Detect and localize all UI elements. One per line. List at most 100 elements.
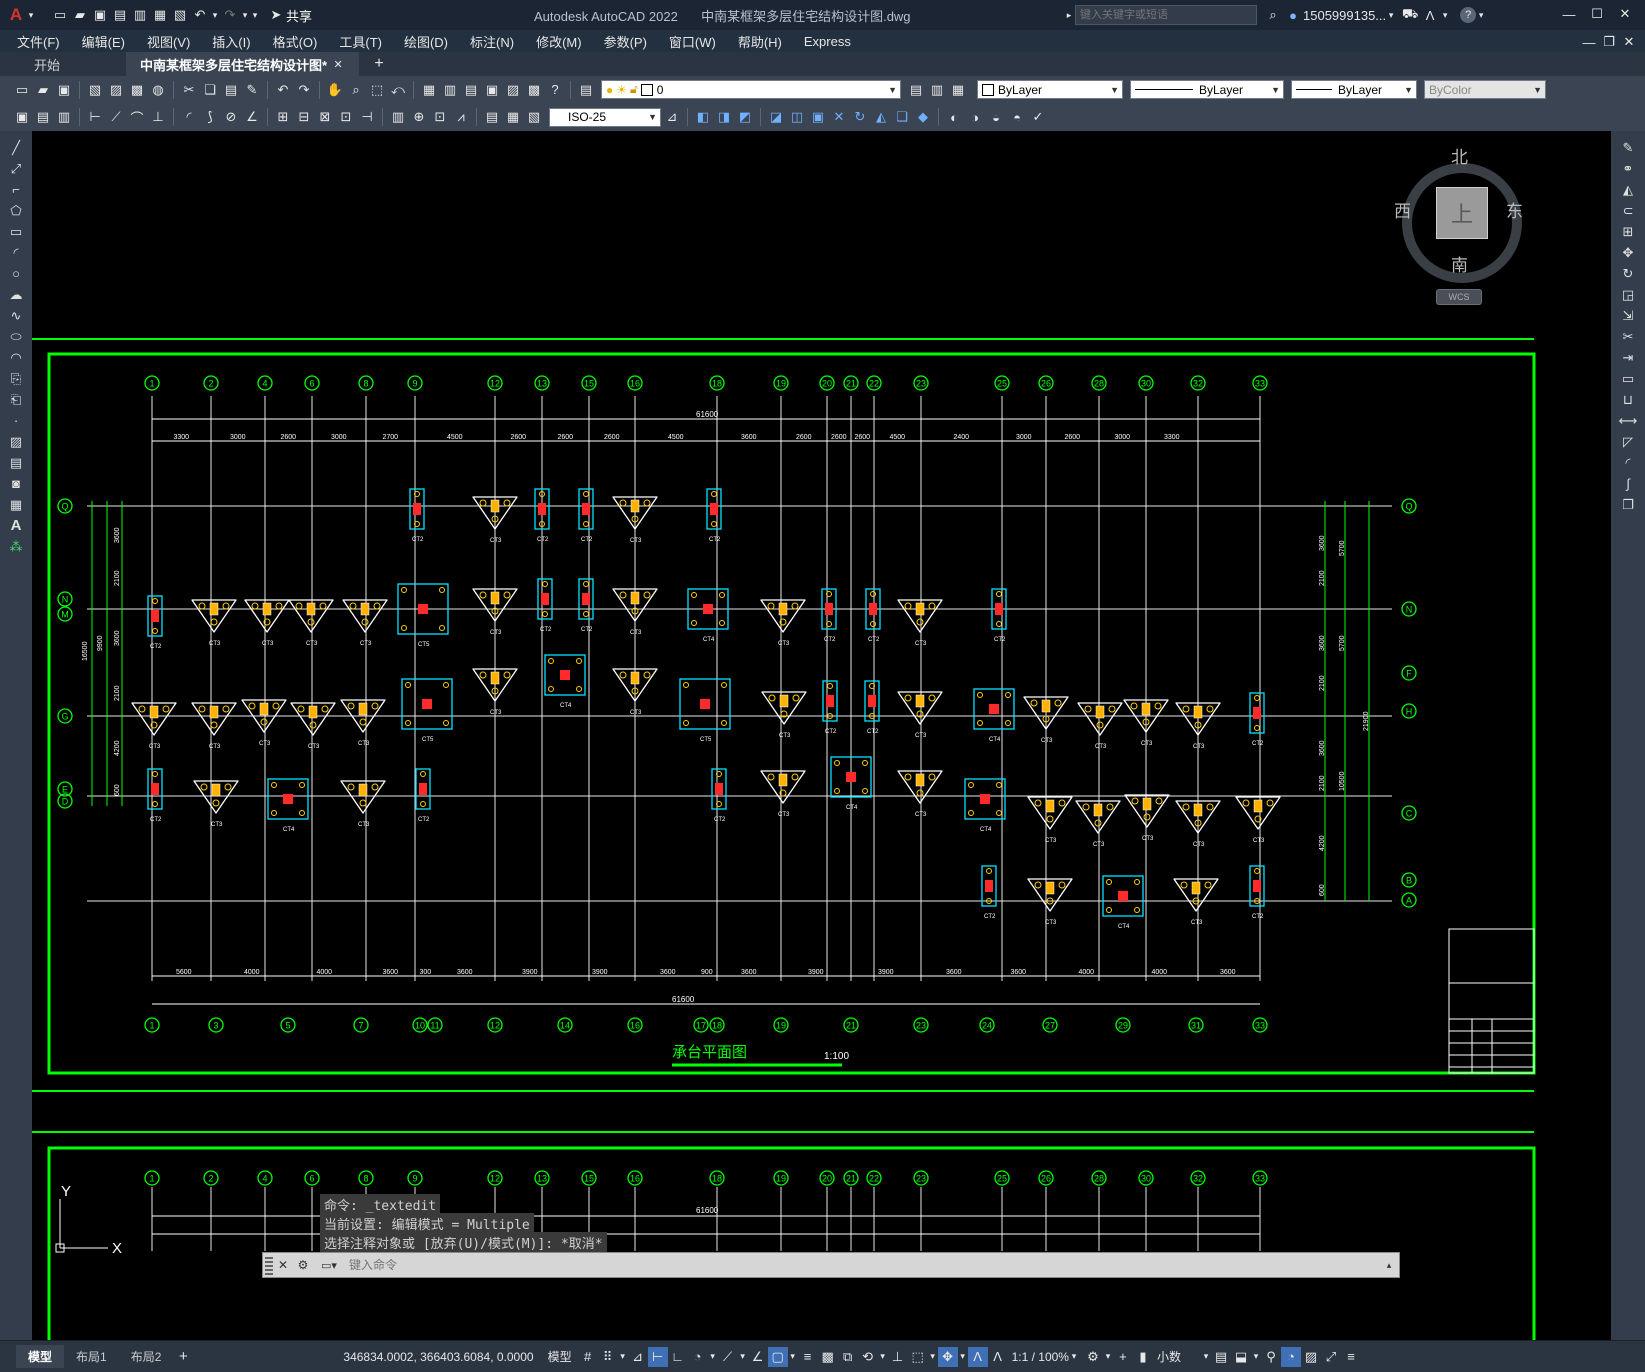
extrude-faces-icon[interactable]: ◪ <box>766 107 786 127</box>
tab-drawing[interactable]: 中南某框架多层住宅结构设计图* ✕ <box>126 52 360 76</box>
imprint-icon[interactable]: ◐ <box>944 107 964 127</box>
ellipse-icon[interactable]: ⬭ <box>0 326 32 347</box>
add-icon[interactable]: + <box>1113 1347 1133 1367</box>
make-block-icon[interactable]: ⎗ <box>0 389 32 410</box>
viewcube-top-face[interactable]: 上 <box>1436 187 1488 239</box>
new-file-icon[interactable]: ▭ <box>50 5 70 25</box>
make-current-icon[interactable]: ▤ <box>906 80 926 100</box>
model-space-toggle[interactable]: 模型 <box>548 1348 572 1365</box>
hatch-icon[interactable]: ▨ <box>0 431 32 452</box>
doc-restore-icon[interactable]: ❐ <box>1599 32 1619 52</box>
viewcube-east[interactable]: 东 <box>1506 197 1523 222</box>
grid-icon[interactable]: # <box>578 1347 598 1367</box>
arc-icon[interactable]: ◜ <box>0 242 32 263</box>
undo-dropdown-icon[interactable]: ▾ <box>210 5 220 25</box>
polar-icon[interactable]: ◔ <box>688 1347 708 1367</box>
properties-icon[interactable]: ▦ <box>419 80 439 100</box>
open-icon[interactable]: ▰ <box>33 80 53 100</box>
menu-window[interactable]: 窗口(W) <box>658 32 727 51</box>
dim-jogged-icon[interactable]: ⟆ <box>200 107 220 127</box>
share-button[interactable]: 共享 <box>286 6 312 25</box>
inspection-icon[interactable]: ⊡ <box>430 107 450 127</box>
rectangle-icon[interactable]: ▭ <box>0 221 32 242</box>
dimtedit-icon[interactable]: ▦ <box>503 107 523 127</box>
customization-icon[interactable]: ≡ <box>1341 1347 1361 1367</box>
lock-ui-icon[interactable]: ⬓ <box>1231 1347 1251 1367</box>
ellipse-arc-icon[interactable]: ◠ <box>0 347 32 368</box>
solid-intersect-icon[interactable]: ◩ <box>735 107 755 127</box>
scale-icon[interactable]: ◲ <box>1611 284 1645 305</box>
doc-close-icon[interactable]: ✕ <box>1619 32 1639 52</box>
paste-icon[interactable]: ▤ <box>221 80 241 100</box>
web-save-icon[interactable]: ▥ <box>130 5 150 25</box>
taper-faces-icon[interactable]: ◭ <box>871 107 891 127</box>
linetype-dropdown[interactable]: ByLayer ▼ <box>1130 80 1284 99</box>
preview-icon[interactable]: ▨ <box>106 80 126 100</box>
dynamic-ucs-icon[interactable]: ⊥ <box>888 1347 908 1367</box>
redo-icon[interactable]: ↷ <box>220 5 240 25</box>
join-icon[interactable]: ⟷ <box>1611 410 1645 431</box>
user-account[interactable]: 1505999135... <box>1303 8 1386 23</box>
object-snap-dropdown-icon[interactable]: ▾ <box>788 1347 798 1367</box>
break-at-point-icon[interactable]: ▭ <box>1611 368 1645 389</box>
menu-edit[interactable]: 编辑(E) <box>71 32 136 51</box>
menu-help[interactable]: 帮助(H) <box>727 32 793 51</box>
3d-osnap-icon[interactable]: ⟲ <box>858 1347 878 1367</box>
chamfer-icon[interactable]: ◸ <box>1611 431 1645 452</box>
units-icon[interactable]: ▮ <box>1133 1347 1153 1367</box>
hardware-accel-icon[interactable]: ◔ <box>1280 1346 1301 1367</box>
cart-icon[interactable]: ⛟ <box>1400 5 1420 25</box>
tolerance-icon[interactable]: ▥ <box>388 107 408 127</box>
insert-block-icon[interactable]: ⎘ <box>0 368 32 389</box>
rotate-icon[interactable]: ↻ <box>1611 263 1645 284</box>
table-icon[interactable]: ▦ <box>0 494 32 515</box>
dimstyle-dropdown[interactable]: ISO-25 ▼ <box>549 107 661 127</box>
maximize-icon[interactable]: ☐ <box>1583 4 1611 24</box>
units-value[interactable]: 小数 <box>1157 1348 1181 1365</box>
dim-angular-icon[interactable]: ∠ <box>242 107 262 127</box>
zoom-window-icon[interactable]: ⬚ <box>367 80 387 100</box>
break-icon[interactable]: ⊔ <box>1611 389 1645 410</box>
layout-tab-model[interactable]: 模型 <box>16 1345 65 1368</box>
dim-continue-icon[interactable]: ⊠ <box>315 107 335 127</box>
new-tab-icon[interactable]: + <box>369 54 389 74</box>
draworder-icon[interactable]: ▣ <box>12 107 32 127</box>
offset-faces-icon[interactable]: ▣ <box>808 107 828 127</box>
construction-line-icon[interactable]: ⤢ <box>0 158 32 179</box>
command-prompt-icon[interactable]: ▭▾ <box>319 1255 339 1275</box>
annotation-scale[interactable]: 1:1 / 100% <box>1012 1350 1069 1364</box>
menu-draw[interactable]: 绘图(D) <box>393 32 459 51</box>
calculator-icon[interactable]: ▩ <box>524 80 544 100</box>
wcs-menu-button[interactable]: WCS <box>1436 289 1482 305</box>
ortho-icon[interactable]: ∟ <box>668 1347 688 1367</box>
hatch-to-back-icon[interactable]: ▥ <box>54 107 74 127</box>
annotation-visibility-icon[interactable]: Ʌ <box>967 1346 988 1367</box>
dynamic-input-icon[interactable]: ⊢ <box>647 1346 668 1367</box>
viewcube-west[interactable]: 西 <box>1394 197 1411 222</box>
help-dropdown-icon[interactable]: ▾ <box>1476 5 1486 25</box>
dimstyle-manager-icon[interactable]: ⊿ <box>662 107 682 127</box>
plotstyle-dropdown[interactable]: ByColor ▼ <box>1424 80 1546 99</box>
app-menu-dropdown-icon[interactable]: ▾ <box>26 5 36 25</box>
selection-filter-icon[interactable]: ⬚ <box>908 1347 928 1367</box>
menu-express[interactable]: Express <box>793 34 862 49</box>
dim-aligned-icon[interactable]: ⟋ <box>106 107 126 127</box>
command-input[interactable] <box>347 1255 1379 1275</box>
publish-icon[interactable]: ▩ <box>127 80 147 100</box>
rotate-faces-icon[interactable]: ↻ <box>850 107 870 127</box>
layer-dropdown[interactable]: ● ☀ 🔓︎ 0 ▼ <box>601 80 901 99</box>
point-icon[interactable]: · <box>0 410 32 431</box>
polygon-icon[interactable]: ⬠ <box>0 200 32 221</box>
save-icon[interactable]: ▣ <box>90 5 110 25</box>
save-as-icon[interactable]: ▤ <box>110 5 130 25</box>
layer-match-icon[interactable]: ▥ <box>927 80 947 100</box>
add-selected-icon[interactable]: ⁂ <box>0 536 32 557</box>
share-icon[interactable]: ➤ <box>266 5 286 25</box>
spline-icon[interactable]: ∿ <box>0 305 32 326</box>
dim-diameter-icon[interactable]: ⊘ <box>221 107 241 127</box>
polar-dropdown-icon[interactable]: ▾ <box>708 1347 718 1367</box>
add-layout-icon[interactable]: + <box>173 1347 193 1367</box>
viewcube[interactable]: 上 北 南 西 东 WCS <box>1394 139 1524 314</box>
zoom-realtime-icon[interactable]: ⌕ <box>346 80 366 100</box>
quick-properties-icon[interactable]: ▤ <box>1211 1347 1231 1367</box>
